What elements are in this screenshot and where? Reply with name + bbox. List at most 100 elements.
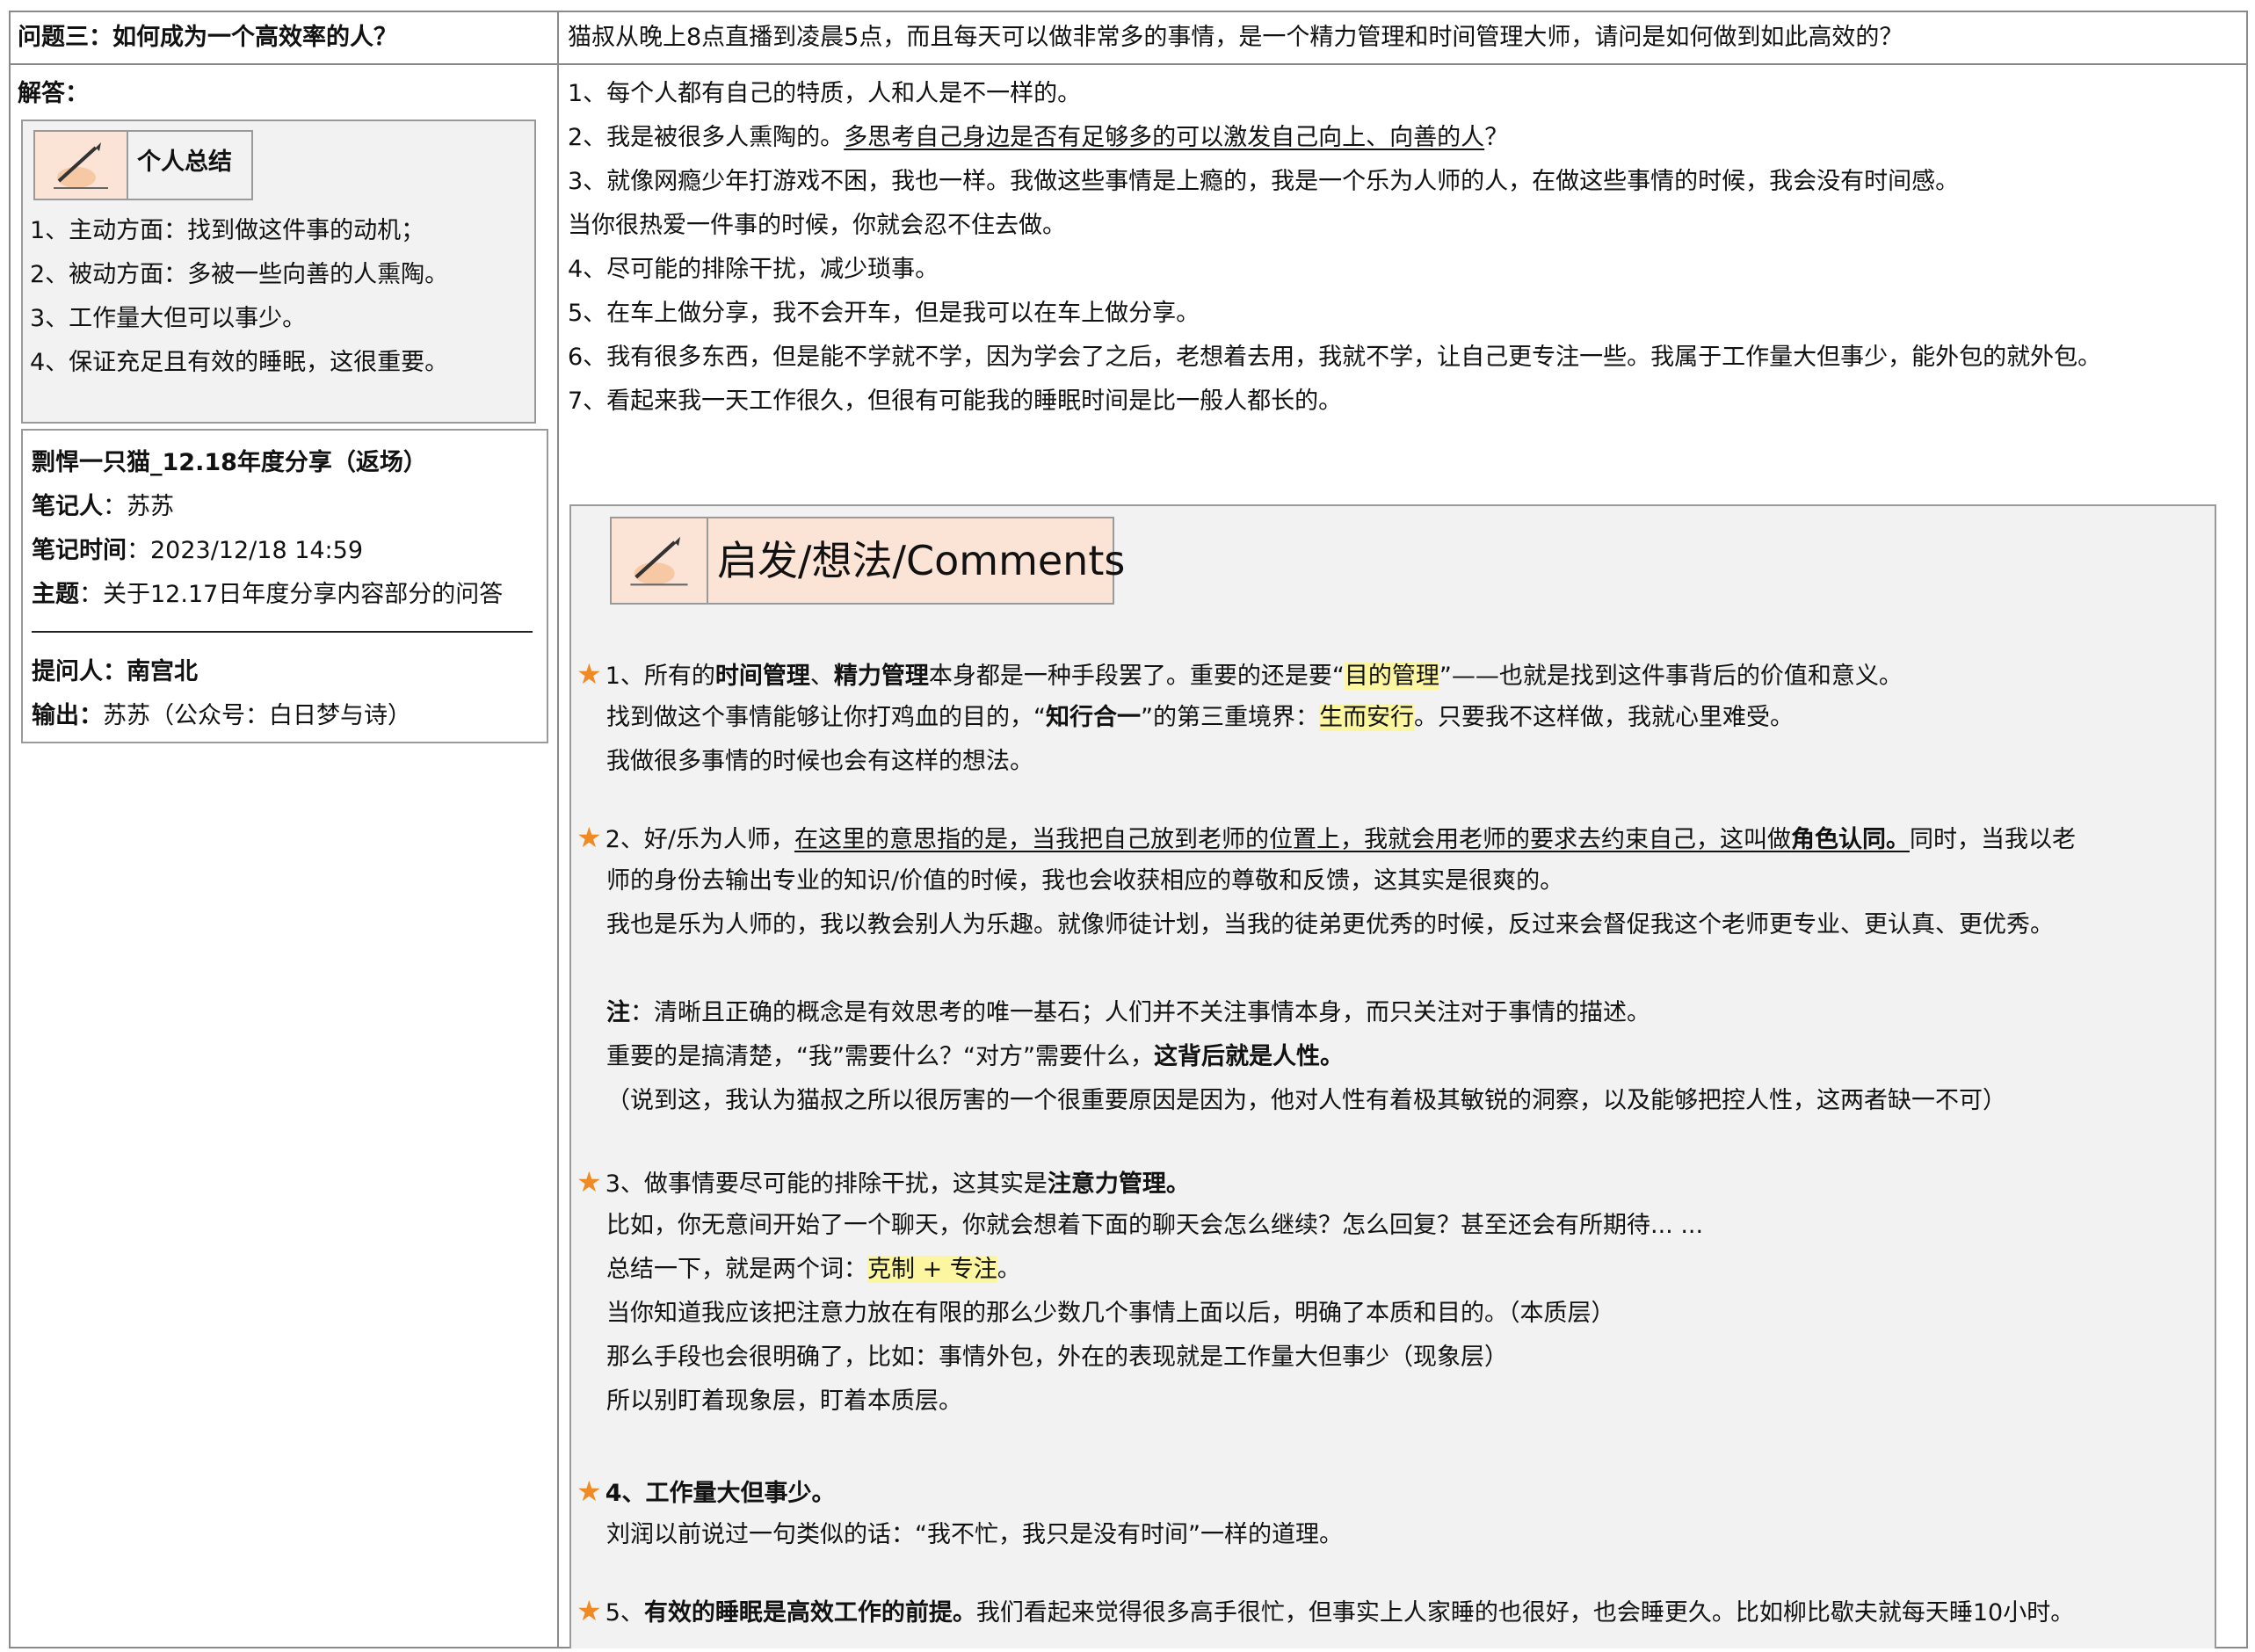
comment-2-line-2: 师的身份去输出专业的知识/价值的时候，我也会收获相应的尊敬和反馈，这其实是很爽的…	[606, 867, 1564, 895]
answer-line: 3、就像网瘾少年打游戏不困，我也一样。我做这些事情是上瘾的，我是一个乐为人师的人…	[568, 168, 1960, 195]
comment-1-line-3: 我做很多事情的时候也会有这样的想法。	[606, 748, 1033, 775]
comment-2-line-1: ★ 2、好/乐为人师，在这里的意思指的是，当我把自己放到老师的位置上，我就会用老师…	[576, 815, 2076, 862]
comment-1-line-2: 找到做这个事情能够让你打鸡血的目的，“知行合一”的第三重境界：生而安行。只要我不…	[606, 696, 1794, 740]
note-time: 笔记时间：2023/12/18 14:59	[32, 529, 363, 573]
table-border-left	[9, 11, 11, 1648]
c3-text: 3、做事情要尽可能的排除干扰，这其实是	[605, 1170, 1048, 1198]
time-value: ：2023/12/18 14:59	[127, 537, 364, 564]
c1-text: 、	[809, 663, 834, 690]
answer-list: 1、每个人都有自己的特质，人和人是不一样的。 2、我是被很多人熏陶的。多思考自己…	[568, 72, 2237, 424]
comment-4-line-1: ★ 4、工作量大但事少。	[576, 1469, 835, 1516]
note-recorder: 笔记人：苏苏	[32, 485, 174, 529]
question-title: 问题三：如何成为一个高效率的人？	[18, 24, 397, 51]
note-divider	[32, 631, 533, 633]
note-asker: 提问人：南宫北	[32, 658, 198, 685]
comment-2-note-1: 注：清晰且正确的概念是有效思考的唯一基石；人们并不关注事情本身，而只关注对于事情…	[606, 991, 1650, 1035]
c1-text: 1、所有的	[605, 663, 715, 690]
answer-line: 7、看起来我一天工作很久，但很有可能我的睡眠时间是比一般人都长的。	[568, 388, 1343, 415]
comment-3-line-3: 总结一下，就是两个词：克制 + 专注。	[606, 1248, 1021, 1292]
c2-text: ：清晰且正确的概念是有效思考的唯一基石；人们并不关注事情本身，而只关注对于事情的…	[630, 999, 1650, 1026]
comment-5-line-1: ★ 5、有效的睡眠是高效工作的前提。我们看起来觉得很多高手很忙，但事实上人家睡的也…	[576, 1589, 2074, 1635]
answer-2-end: ？	[1484, 124, 1509, 151]
summary-item: 2、被动方面：多被一些向善的人熏陶。	[30, 261, 449, 288]
c1-highlight: 生而安行	[1319, 704, 1414, 731]
comments-panel: 启发/想法/Comments ★ 1、所有的时间管理、精力管理本身都是一种手段罢了…	[569, 504, 2216, 1648]
note-label: 注	[606, 999, 630, 1026]
note-topic: 主题：关于12.17日年度分享内容部分的问答	[32, 573, 503, 617]
c1-text: 。只要我不这样做，我就心里难受。	[1414, 704, 1794, 731]
pencil-hand-icon	[630, 536, 688, 586]
c2-text: 同时，当我以老	[1909, 826, 2076, 853]
pencil-hand-icon	[54, 142, 108, 189]
comment-3-line-1: ★ 3、做事情要尽可能的排除干扰，这其实是注意力管理。	[576, 1160, 1190, 1206]
star-icon: ★	[576, 821, 602, 854]
c2-underlined: 在这里的意思指的是，当我把自己放到老师的位置上，我就会用老师的要求去约束自己，这…	[794, 826, 1791, 853]
c1-text: 找到做这个事情能够让你打鸡血的目的，“	[606, 704, 1046, 731]
c3-bold: 注意力管理。	[1047, 1170, 1190, 1198]
comment-3-line-4: 当你知道我应该把注意力放在有限的那么少数几个事情上面以后，明确了本质和目的。（本…	[606, 1300, 1615, 1327]
summary-title-cell: 个人总结	[127, 130, 253, 200]
comment-2-line-3: 我也是乐为人师的，我以教会别人为乐趣。就像师徒计划，当我的徒弟更优秀的时候，反过…	[606, 911, 2054, 938]
answer-2-underlined: 多思考自己身边是否有足够多的可以激发自己向上、向善的人	[844, 124, 1485, 151]
comments-title-cell: 启发/想法/Comments	[707, 517, 1125, 605]
c1-bold: 知行合一	[1046, 704, 1141, 731]
c3-text: 总结一下，就是两个词：	[606, 1256, 867, 1283]
c1-text: 本身都是一种手段罢了。重要的还是要“	[928, 663, 1345, 690]
summary-item: 4、保证充足且有效的睡眠，这很重要。	[30, 349, 449, 376]
recorder-label: 笔记人	[32, 493, 103, 520]
c1-bold: 时间管理	[714, 663, 810, 690]
summary-item: 1、主动方面：找到做这件事的动机；	[30, 217, 425, 244]
topic-value: ：关于12.17日年度分享内容部分的问答	[79, 581, 504, 608]
c1-bold: 精力管理	[833, 663, 929, 690]
note-meta-box: 剽悍一只猫_12.18年度分享（返场） 笔记人：苏苏 笔记时间：2023/12/…	[21, 429, 548, 743]
answer-line: 6、我有很多东西，但是能不学就不学，因为学会了之后，老想着去用，我就不学，让自己…	[568, 344, 2102, 371]
c1-highlight: 目的管理	[1344, 663, 1439, 690]
table-border-right	[2246, 11, 2248, 1648]
comment-1-line-1: ★ 1、所有的时间管理、精力管理本身都是一种手段罢了。重要的还是要“目的管理”——…	[576, 652, 1903, 699]
c2-text: 2、好/乐为人师，	[605, 826, 794, 853]
question-text: 猫叔从晚上8点直播到凌晨5点，而且每天可以做非常多的事情，是一个精力管理和时间管…	[568, 24, 1903, 51]
comment-4-line-2: 刘润以前说过一句类似的话：“我不忙，我只是没有时间”一样的道理。	[606, 1521, 1343, 1548]
star-icon: ★	[576, 1474, 602, 1508]
c5-text: 我们看起来觉得很多高手很忙，但事实上人家睡的也很好，也会睡更久。比如柳比歇夫就每…	[975, 1599, 2075, 1627]
table-border-row	[9, 63, 2248, 65]
c5-bold: 有效的睡眠是高效工作的前提。	[643, 1599, 976, 1627]
star-icon: ★	[576, 1594, 602, 1627]
table-border-mid	[557, 11, 559, 1648]
comment-3-line-6: 所以别盯着现象层，盯着本质层。	[606, 1388, 962, 1415]
comments-title: 启发/想法/Comments	[717, 537, 1126, 584]
c5-text: 5、	[605, 1599, 644, 1627]
summary-title: 个人总结	[137, 149, 232, 176]
comment-2-note-3: （说到这，我认为猫叔之所以很厉害的一个很重要原因是因为，他对人性有着极其敏锐的洞…	[606, 1087, 2006, 1114]
comment-3-line-5: 那么手段也会很明确了，比如：事情外包，外在的表现就是工作量大但事少（现象层）	[606, 1344, 1508, 1371]
answer-label: 解答：	[18, 80, 89, 107]
c2-text: 重要的是搞清楚，“我”需要什么？“对方”需要什么，	[606, 1043, 1154, 1070]
answer-2-lead: 2、我是被很多人熏陶的。	[568, 124, 845, 151]
c3-highlight: 克制 + 专注	[867, 1256, 997, 1283]
note-title: 剽悍一只猫_12.18年度分享（返场）	[32, 449, 427, 476]
time-label: 笔记时间	[32, 537, 127, 564]
comment-2-note-2: 重要的是搞清楚，“我”需要什么？“对方”需要什么，这背后就是人性。	[606, 1035, 1344, 1079]
output-label: 输出：	[32, 702, 103, 729]
c3-text: 。	[997, 1256, 1021, 1283]
table-border-top	[9, 11, 2248, 12]
answer-line: 5、在车上做分享，我不会开车，但是我可以在车上做分享。	[568, 300, 1200, 327]
star-icon: ★	[576, 1165, 602, 1199]
comments-pencil-cell	[610, 517, 710, 605]
note-output: 输出：苏苏（公众号：白日梦与诗）	[32, 694, 411, 738]
summary-box: 个人总结 1、主动方面：找到做这件事的动机； 2、被动方面：多被一些向善的人熏陶…	[21, 120, 536, 424]
c1-text: ”——也就是找到这件事背后的价值和意义。	[1439, 663, 1903, 690]
star-icon: ★	[576, 657, 602, 691]
answer-line: 4、尽可能的排除干扰，减少琐事。	[568, 256, 939, 283]
answer-line: 当你很热爱一件事的时候，你就会忍不住去做。	[568, 212, 1066, 239]
answer-line: 2、我是被很多人熏陶的。多思考自己身边是否有足够多的可以激发自己向上、向善的人？	[568, 116, 1508, 160]
topic-label: 主题	[32, 581, 79, 608]
summary-pencil-cell	[33, 130, 130, 200]
answer-line: 1、每个人都有自己的特质，人和人是不一样的。	[568, 80, 1082, 107]
summary-item: 3、工作量大但可以事少。	[30, 305, 307, 332]
recorder-value: ：苏苏	[103, 493, 174, 520]
comment-3-line-2: 比如，你无意间开始了一个聊天，你就会想着下面的聊天会怎么继续？怎么回复？甚至还会…	[606, 1212, 1704, 1239]
output-value: 苏苏（公众号：白日梦与诗）	[103, 702, 411, 729]
c2-bold: 这背后就是人性。	[1153, 1043, 1344, 1070]
c1-text: ”的第三重境界：	[1141, 704, 1319, 731]
